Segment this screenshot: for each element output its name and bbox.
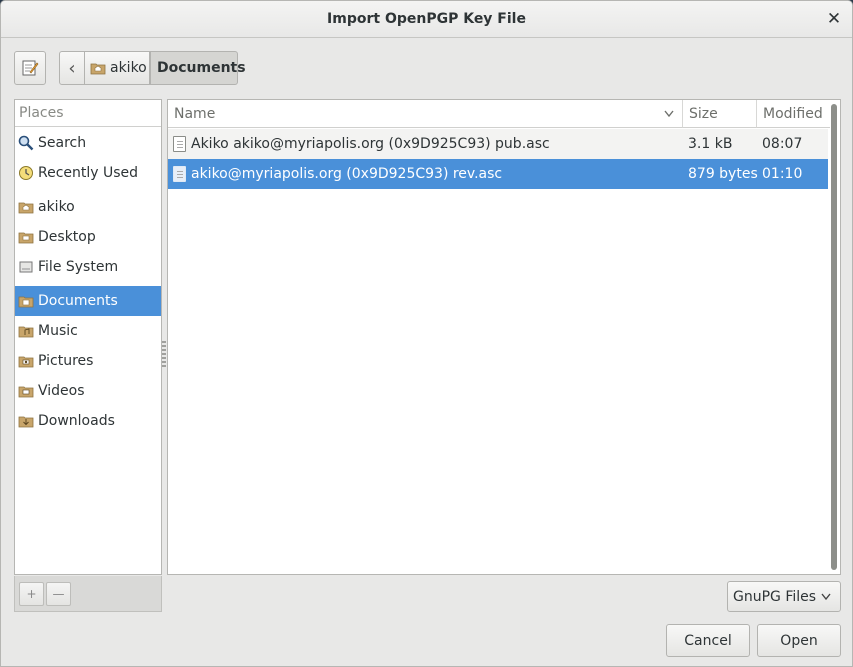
file-filter-select[interactable]: GnuPG Files — [727, 581, 841, 612]
file-size: 879 bytes — [688, 166, 758, 182]
sidebar-item-pictures[interactable]: Pictures — [15, 346, 161, 376]
column-header-name[interactable]: Name — [168, 100, 683, 128]
sidebar-item-label: Search — [38, 135, 87, 151]
sidebar-item-downloads[interactable]: Downloads — [15, 406, 161, 436]
remove-bookmark-button[interactable]: — — [46, 582, 71, 606]
sidebar-item-music[interactable]: Music — [15, 316, 161, 346]
drive-icon — [19, 261, 33, 273]
pane-resize-handle[interactable] — [162, 341, 166, 367]
file-size: 3.1 kB — [688, 136, 733, 152]
cancel-label: Cancel — [684, 632, 732, 649]
column-header-modified[interactable]: Modified — [757, 100, 830, 128]
file-name: Akiko akiko@myriapolis.org (0x9D925C93) … — [191, 136, 550, 152]
minus-icon: — — [52, 587, 65, 601]
file-row[interactable]: Akiko akiko@myriapolis.org (0x9D925C93) … — [168, 129, 828, 159]
title-bar[interactable]: Import OpenPGP Key File ✕ — [1, 1, 852, 38]
downloads-folder-icon — [18, 416, 34, 428]
column-header-size[interactable]: Size — [683, 100, 757, 128]
open-label: Open — [780, 632, 818, 649]
sidebar-item-recently-used[interactable]: Recently Used — [15, 158, 161, 188]
places-sidebar: Places Search Recently Used akiko Deskto… — [14, 99, 162, 575]
home-folder-icon — [90, 63, 106, 75]
home-folder-icon — [18, 202, 34, 214]
sidebar-item-label: File System — [38, 259, 119, 275]
path-back-button[interactable]: ‹ — [59, 51, 85, 85]
plus-icon: + — [26, 587, 37, 601]
sidebar-toolbar: + — — [14, 576, 162, 612]
places-header: Places — [15, 100, 161, 127]
path-segment-label: Documents — [157, 60, 246, 76]
text-edit-icon — [22, 60, 39, 76]
text-file-icon — [173, 136, 186, 152]
search-icon — [18, 135, 34, 151]
sidebar-item-label: Downloads — [38, 413, 115, 429]
file-modified: 08:07 — [762, 136, 803, 152]
dialog-title: Import OpenPGP Key File — [327, 11, 526, 27]
file-modified: 01:10 — [762, 166, 803, 182]
sidebar-item-label: Documents — [38, 293, 118, 309]
path-segment-label: akiko — [110, 60, 147, 76]
column-label: Modified — [763, 106, 823, 122]
sidebar-item-label: akiko — [38, 199, 75, 215]
import-dialog: Import OpenPGP Key File ✕ ‹ akiko Docume… — [0, 0, 853, 667]
chevron-down-icon — [664, 110, 674, 118]
sidebar-item-search[interactable]: Search — [15, 128, 161, 158]
file-name: akiko@myriapolis.org (0x9D925C93) rev.as… — [191, 166, 503, 182]
column-label: Name — [174, 106, 216, 122]
documents-folder-icon — [18, 296, 34, 308]
scrollbar[interactable] — [828, 100, 839, 574]
path-segment-akiko[interactable]: akiko — [84, 51, 150, 85]
sidebar-item-akiko[interactable]: akiko — [15, 192, 161, 222]
chevron-down-icon — [821, 593, 831, 601]
recent-icon — [19, 166, 33, 180]
chevron-left-icon: ‹ — [68, 57, 76, 79]
sidebar-item-label: Videos — [38, 383, 85, 399]
file-filter-value: GnuPG Files — [733, 588, 817, 605]
column-label: Size — [689, 106, 718, 122]
scrollbar-thumb[interactable] — [831, 104, 837, 570]
text-file-icon — [173, 166, 186, 182]
music-folder-icon — [18, 326, 34, 338]
pictures-folder-icon — [18, 356, 34, 368]
sidebar-item-label: Pictures — [38, 353, 94, 369]
sidebar-item-label: Desktop — [38, 229, 96, 245]
close-icon[interactable]: ✕ — [826, 10, 842, 28]
file-list: Name Size Modified Akiko akiko@myriapoli… — [167, 99, 841, 575]
videos-folder-icon — [18, 386, 34, 398]
cancel-button[interactable]: Cancel — [666, 624, 750, 657]
sidebar-item-label: Music — [38, 323, 78, 339]
edit-location-button[interactable] — [14, 51, 46, 85]
sidebar-item-label: Recently Used — [38, 165, 139, 181]
desktop-folder-icon — [18, 232, 34, 244]
path-segment-documents[interactable]: Documents — [150, 51, 246, 85]
add-bookmark-button[interactable]: + — [19, 582, 44, 606]
open-button[interactable]: Open — [757, 624, 841, 657]
sidebar-item-file-system[interactable]: File System — [15, 252, 161, 282]
sidebar-item-documents[interactable]: Documents — [15, 286, 161, 316]
sidebar-item-desktop[interactable]: Desktop — [15, 222, 161, 252]
file-row[interactable]: akiko@myriapolis.org (0x9D925C93) rev.as… — [168, 159, 828, 189]
sidebar-item-videos[interactable]: Videos — [15, 376, 161, 406]
